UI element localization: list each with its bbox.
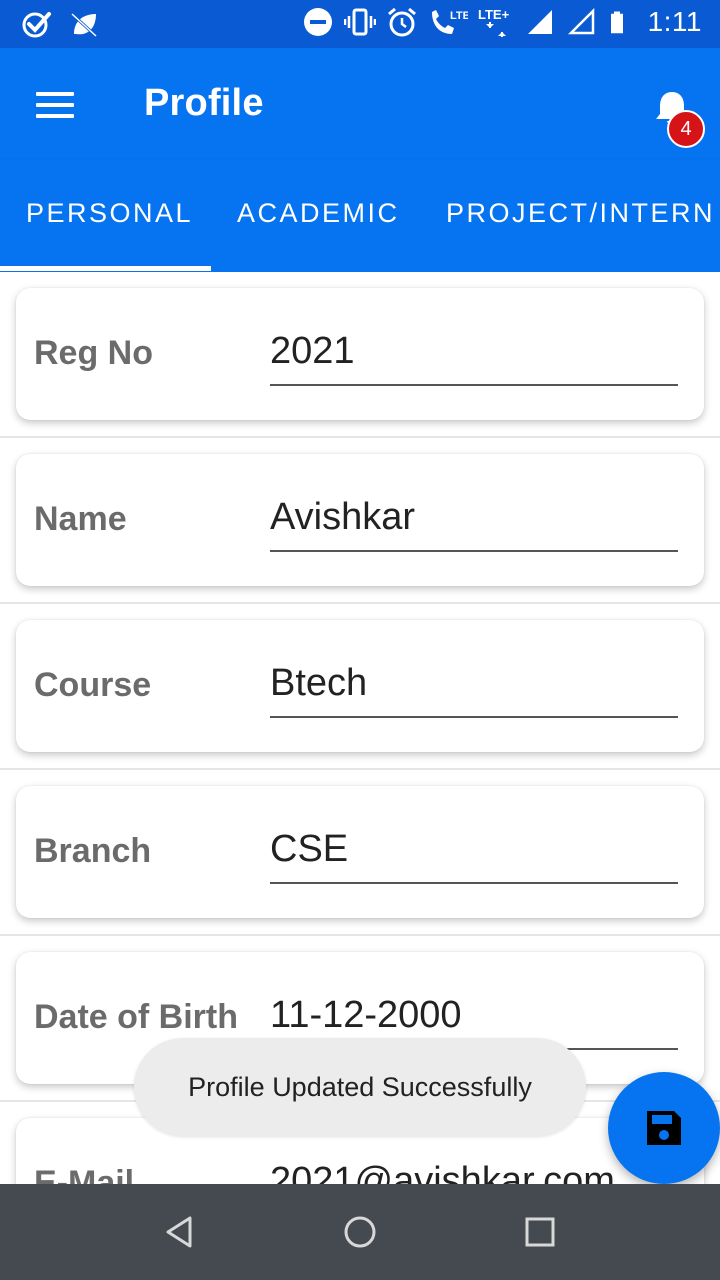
svg-text:LTE+: LTE+ xyxy=(478,7,510,22)
notification-badge: 4 xyxy=(667,110,705,148)
field-label: Date of Birth xyxy=(34,998,238,1036)
status-right: LTE LTE+ 1:11 xyxy=(302,6,702,38)
field-row-branch: Branch CSE xyxy=(0,770,720,936)
name-input[interactable]: Avishkar xyxy=(270,496,678,552)
home-icon[interactable] xyxy=(342,1214,378,1250)
branch-input[interactable]: CSE xyxy=(270,828,678,884)
navigation-bar xyxy=(0,1184,720,1280)
field-row-reg-no: Reg No 2021 xyxy=(0,272,720,438)
page-title: Profile xyxy=(144,82,264,124)
field-label: Reg No xyxy=(34,334,153,372)
field-row-name: Name Avishkar xyxy=(0,438,720,604)
status-bar: LTE LTE+ 1:11 xyxy=(0,0,720,48)
volte-call-icon: LTE xyxy=(431,10,468,34)
field-card: Reg No 2021 xyxy=(16,288,704,420)
field-label: Branch xyxy=(34,832,152,870)
tab-project-intern[interactable]: PROJECT/INTERN xyxy=(446,198,715,229)
vibrate-icon xyxy=(343,8,376,36)
field-card: Name Avishkar xyxy=(16,454,704,586)
course-input[interactable]: Btech xyxy=(270,662,678,718)
field-row-course: Course Btech xyxy=(0,604,720,770)
lte-plus-icon: LTE+ xyxy=(478,7,510,37)
field-label: Name xyxy=(34,500,127,538)
toast-message: Profile Updated Successfully xyxy=(134,1038,586,1136)
back-icon[interactable] xyxy=(162,1214,198,1250)
app-bar: Profile 4 xyxy=(0,48,720,160)
clock: 1:11 xyxy=(647,6,702,37)
save-icon xyxy=(647,1111,681,1145)
field-label: Course xyxy=(34,666,152,704)
field-card: Branch CSE xyxy=(16,786,704,918)
email-input[interactable]: 2021@avishkar.com xyxy=(270,1160,678,1184)
field-card: Course Btech xyxy=(16,620,704,752)
save-button[interactable] xyxy=(608,1072,720,1184)
do-not-disturb-icon xyxy=(303,8,332,36)
signal-icon xyxy=(527,10,552,34)
status-left xyxy=(20,8,100,40)
tab-personal[interactable]: PERSONAL xyxy=(26,198,193,229)
field-label: E-Mail xyxy=(34,1164,135,1184)
battery-icon xyxy=(610,11,623,34)
svg-text:LTE: LTE xyxy=(450,10,468,22)
signal-empty-icon xyxy=(567,7,594,35)
checkmark-circle-icon xyxy=(22,12,51,38)
tab-bar: PERSONAL ACADEMIC PROJECT/INTERN xyxy=(0,160,720,272)
menu-icon[interactable] xyxy=(36,92,76,120)
recents-icon[interactable] xyxy=(522,1214,558,1250)
reg-no-input[interactable]: 2021 xyxy=(270,330,678,386)
leaf-off-icon xyxy=(70,12,98,38)
alarm-icon xyxy=(387,7,416,37)
tab-indicator xyxy=(0,266,211,271)
tab-academic[interactable]: ACADEMIC xyxy=(237,198,400,229)
